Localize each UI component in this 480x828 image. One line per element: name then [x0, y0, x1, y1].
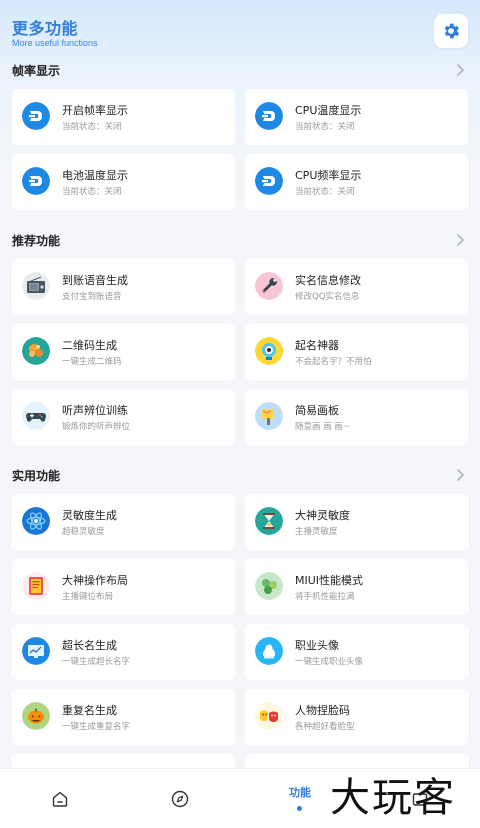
feature-card[interactable]: CPU频率显示 当前状态：关闭 [245, 154, 468, 210]
section-title: 推荐功能 [12, 234, 61, 248]
card-title: 二维码生成 [62, 339, 117, 352]
card-subtitle: 支付宝到账语音 [62, 292, 122, 302]
chevron-right-icon [457, 234, 464, 246]
card-title: 超长名生成 [62, 639, 117, 652]
section-header-recommended[interactable]: 推荐功能 [12, 232, 468, 250]
feature-card[interactable]: 实名信息修改 修改QQ实名信息 [245, 259, 468, 315]
card-title: 电池温度显示 [62, 169, 128, 182]
feature-card[interactable]: 大神灵敏度 主播灵敏度 [245, 494, 468, 550]
card-title: CPU温度显示 [295, 104, 362, 117]
card-subtitle: 当前状态：关闭 [295, 122, 355, 132]
section-title: 帧率显示 [12, 64, 61, 78]
card-title: CPU频率显示 [295, 169, 362, 182]
card-subtitle: 主播灵敏度 [295, 527, 338, 537]
radio-icon [22, 272, 50, 300]
card-subtitle: 将手机性能拉满 [295, 592, 355, 602]
card-subtitle: 当前状态：关闭 [62, 122, 122, 132]
card-title: 大神灵敏度 [295, 509, 350, 522]
avatar-icon [255, 637, 283, 665]
feature-card[interactable]: 起名神器 不会起名字？不用怕 [245, 324, 468, 380]
hourglass-icon [255, 507, 283, 535]
card-title: 重复名生成 [62, 704, 117, 717]
feature-card[interactable]: 大神操作布局 主播键位布局 [12, 559, 235, 615]
feature-card[interactable]: 二维码生成 一键生成二维码 [12, 324, 235, 380]
feature-card-partial[interactable] [12, 754, 235, 768]
pumpkin-icon [22, 702, 50, 730]
section-title: 实用功能 [12, 469, 61, 483]
card-subtitle: 一键生成重复名字 [62, 722, 131, 732]
card-subtitle: 随意画 画 画~ [295, 422, 351, 432]
card-subtitle: 修改QQ实名信息 [295, 292, 360, 302]
performance-icon [255, 572, 283, 600]
settings-button[interactable] [434, 14, 468, 48]
page-header: 更多功能 More useful functions [0, 0, 480, 60]
section-header-frame-rate[interactable]: 帧率显示 [12, 62, 468, 80]
tab-home[interactable] [0, 769, 120, 828]
chevron-right-icon [457, 64, 464, 76]
tab-functions-label: 功能 [289, 786, 311, 799]
card-title: 开启帧率显示 [62, 104, 128, 117]
card-title: 人物捏脸码 [295, 704, 350, 717]
gamepad-icon [22, 402, 50, 430]
feature-card-partial[interactable] [245, 754, 468, 768]
layout-icon [22, 572, 50, 600]
page-subtitle: More useful functions [12, 38, 98, 48]
paint-icon [255, 402, 283, 430]
card-subtitle: 当前状态：关闭 [295, 187, 355, 197]
feature-card[interactable]: 重复名生成 一键生成重复名字 [12, 689, 235, 745]
page-title: 更多功能 [12, 19, 79, 38]
feature-card[interactable]: 电池温度显示 当前状态：关闭 [12, 154, 235, 210]
card-subtitle: 各种超好看脸型 [295, 722, 355, 732]
mask-icon [255, 702, 283, 730]
atom-icon [22, 507, 50, 535]
robot-icon [255, 337, 283, 365]
card-subtitle: 不会起名字？不用怕 [295, 357, 372, 367]
card-title: 简易画板 [295, 404, 339, 417]
gear-icon [444, 23, 460, 39]
feature-card[interactable]: 听声辨位训练 锻炼你的听声辨位 [12, 389, 235, 445]
card-title: 大神操作布局 [62, 574, 128, 587]
feature-card[interactable]: 超长名生成 一键生成超长名字 [12, 624, 235, 680]
card-subtitle: 超稳灵敏度 [62, 527, 105, 537]
card-title: 听声辨位训练 [62, 404, 128, 417]
watermark: 大玩客 [330, 775, 456, 821]
compass-icon [171, 790, 189, 808]
monitor-icon [22, 637, 50, 665]
dash-icon [255, 167, 283, 195]
card-title: 到账语音生成 [62, 274, 128, 287]
dash-icon [22, 167, 50, 195]
card-subtitle: 锻炼你的听声辨位 [62, 422, 131, 432]
card-subtitle: 一键生成职业头像 [295, 657, 364, 667]
active-tab-indicator [297, 806, 302, 811]
wrench-icon [255, 272, 283, 300]
chevron-right-icon [457, 469, 464, 481]
feature-card[interactable]: 人物捏脸码 各种超好看脸型 [245, 689, 468, 745]
section-header-practical[interactable]: 实用功能 [12, 467, 468, 485]
feature-card[interactable]: MIUI性能模式 将手机性能拉满 [245, 559, 468, 615]
card-subtitle: 当前状态：关闭 [62, 187, 122, 197]
home-icon [52, 791, 68, 807]
feature-card[interactable]: 灵敏度生成 超稳灵敏度 [12, 494, 235, 550]
feature-card[interactable]: CPU温度显示 当前状态：关闭 [245, 89, 468, 145]
card-title: 实名信息修改 [295, 274, 361, 287]
card-subtitle: 主播键位布局 [62, 592, 114, 602]
qrcode-icon [22, 337, 50, 365]
card-subtitle: 一键生成超长名字 [62, 657, 131, 667]
card-title: 起名神器 [295, 339, 339, 352]
card-title: MIUI性能模式 [295, 574, 364, 587]
card-title: 职业头像 [295, 639, 339, 652]
tab-discover[interactable] [120, 769, 240, 828]
feature-card[interactable]: 开启帧率显示 当前状态：关闭 [12, 89, 235, 145]
feature-card[interactable]: 到账语音生成 支付宝到账语音 [12, 259, 235, 315]
dash-icon [255, 102, 283, 130]
feature-card[interactable]: 职业头像 一键生成职业头像 [245, 624, 468, 680]
card-subtitle: 一键生成二维码 [62, 357, 122, 367]
dash-icon [22, 102, 50, 130]
card-title: 灵敏度生成 [62, 509, 117, 522]
feature-card[interactable]: 简易画板 随意画 画 画~ [245, 389, 468, 445]
